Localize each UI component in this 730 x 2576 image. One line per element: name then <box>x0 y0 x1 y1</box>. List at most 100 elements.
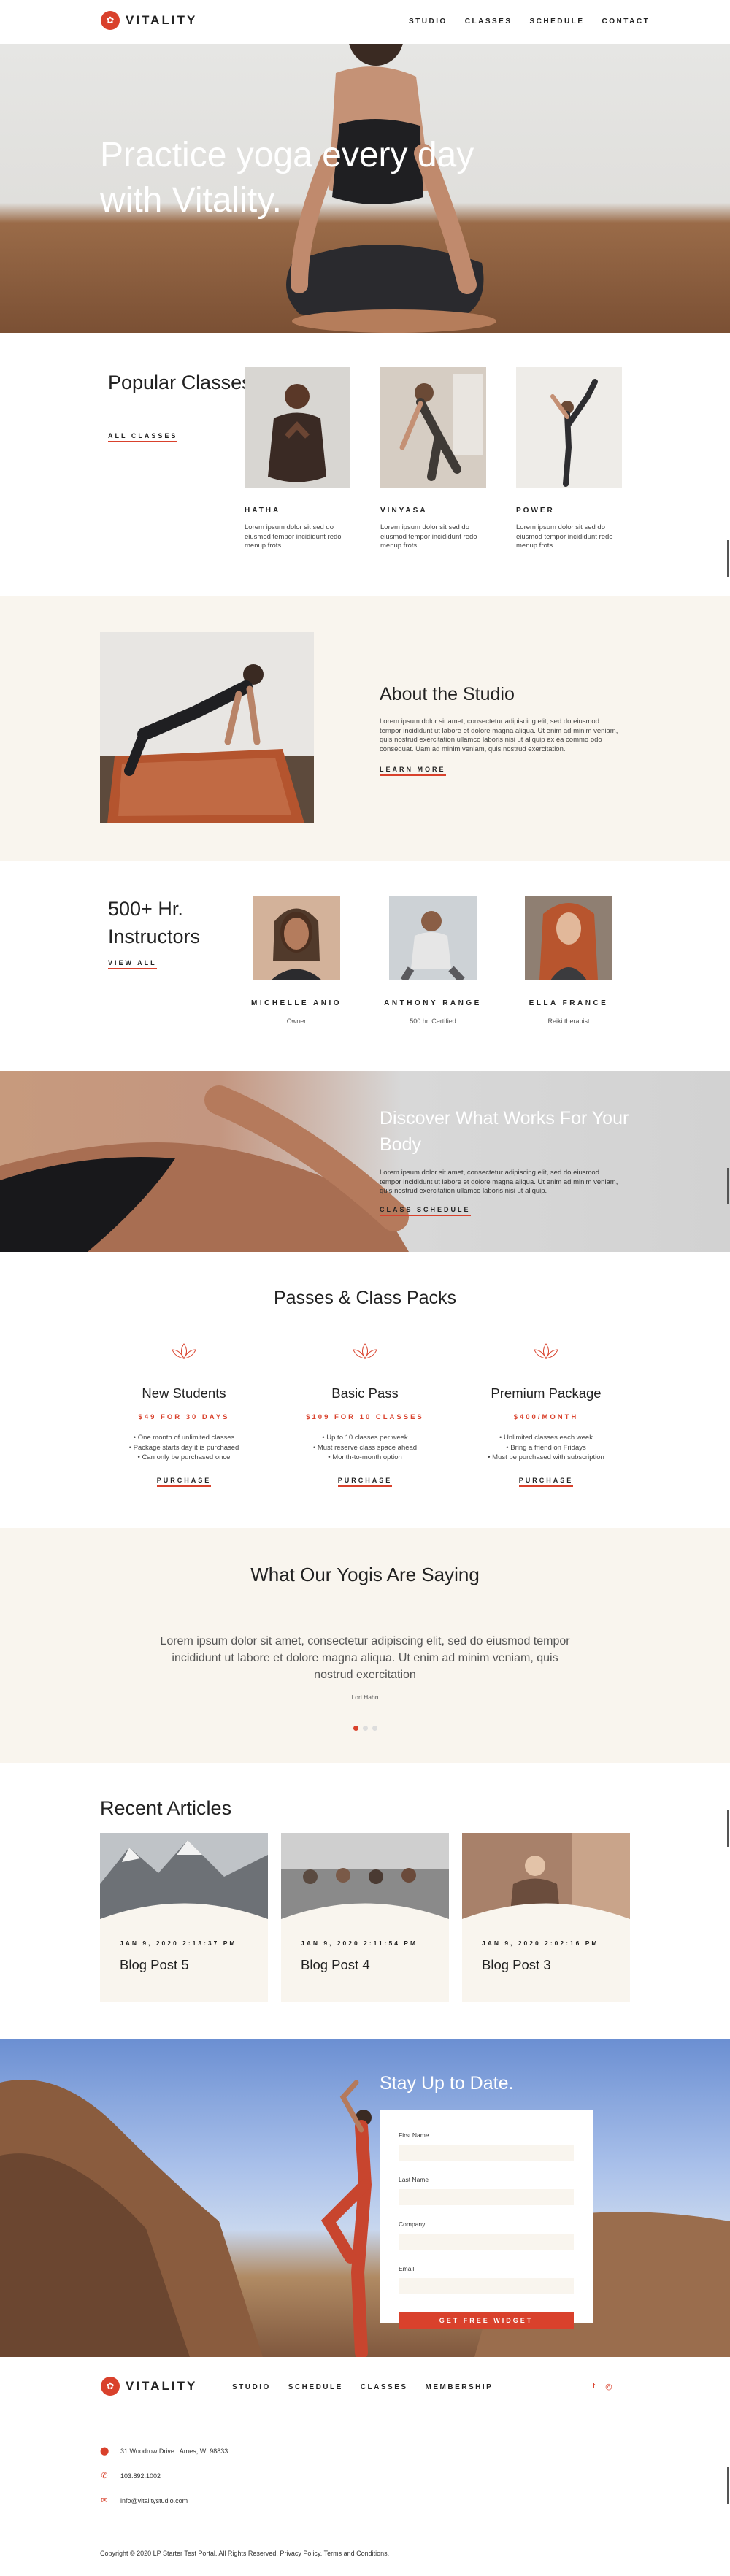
footer-nav-membership[interactable]: MEMBERSHIP <box>426 2383 493 2391</box>
carousel-dot[interactable] <box>372 1726 377 1731</box>
mail-icon: ✉ <box>101 2496 108 2505</box>
pass-feature: Must reserve class space ahead <box>274 1443 456 1453</box>
pass-feature: Up to 10 classes per week <box>274 1433 456 1443</box>
discover-text: Lorem ipsum dolor sit amet, consectetur … <box>380 1169 618 1195</box>
lotus-icon <box>353 1343 377 1359</box>
carousel-dot[interactable] <box>363 1726 368 1731</box>
about-studio-photo <box>100 632 314 823</box>
pass-card: New Students $49 FOR 30 DAYS One month o… <box>93 1341 275 1487</box>
carousel-dot[interactable] <box>353 1726 358 1731</box>
facebook-icon[interactable]: f <box>593 2382 595 2391</box>
instructor-role: Owner <box>286 1018 307 1025</box>
passes-title: Passes & Class Packs <box>273 1288 457 1308</box>
footer-brand-logo[interactable]: ✿ VITALITY <box>101 2377 197 2396</box>
nav-contact[interactable]: CONTACT <box>602 18 650 26</box>
pass-features: One month of unlimited classes Package s… <box>93 1433 275 1463</box>
lotus-icon <box>172 1343 196 1359</box>
about-text: Lorem ipsum dolor sit amet, consectetur … <box>380 718 618 753</box>
articles-title: Recent Articles <box>100 1797 232 1819</box>
nav-classes[interactable]: CLASSES <box>465 18 512 26</box>
pass-name: Premium Package <box>491 1385 602 1401</box>
instructor-card[interactable]: ELLA FRANCE Reiki therapist <box>514 896 623 1025</box>
instructor-name: ELLA FRANCE <box>529 999 609 1007</box>
purchase-button[interactable]: PURCHASE <box>156 1477 212 1487</box>
company-label: Company <box>399 2221 426 2228</box>
get-free-widget-button[interactable]: GET FREE WIDGET <box>399 2312 574 2329</box>
popular-classes-title: Popular Classes <box>108 372 252 393</box>
vinyasa-photo <box>380 367 486 488</box>
pass-name: New Students <box>142 1385 226 1401</box>
pass-price: $49 FOR 30 DAYS <box>138 1413 230 1421</box>
hatha-photo <box>245 367 350 488</box>
article-card[interactable]: JAN 9, 2020 2:02:16 PM Blog Post 3 <box>462 1833 630 2002</box>
instructor-name: ANTHONY RANGE <box>384 999 482 1007</box>
article-date: JAN 9, 2020 2:02:16 PM <box>482 1939 599 1947</box>
instructor-name: MICHELLE ANIO <box>250 999 342 1007</box>
purchase-button[interactable]: PURCHASE <box>337 1477 393 1487</box>
scroll-indicator[interactable] <box>727 540 729 577</box>
all-classes-link[interactable]: ALL CLASSES <box>108 432 178 442</box>
contact-email: ✉ info@vitalitystudio.com <box>100 2496 188 2505</box>
subscribe-title: Stay Up to Date. <box>380 2073 514 2094</box>
pass-card: Premium Package $400/MONTH Unlimited cla… <box>455 1341 637 1487</box>
desert-photo <box>0 2080 730 2357</box>
instructor-photo <box>525 896 612 980</box>
class-desc: Lorem ipsum dolor sit sed do eiusmod tem… <box>245 523 342 550</box>
article-card[interactable]: JAN 9, 2020 2:11:54 PM Blog Post 4 <box>281 1833 449 2002</box>
email-text[interactable]: info@vitalitystudio.com <box>120 2497 188 2504</box>
footer-nav-schedule[interactable]: SCHEDULE <box>288 2383 343 2391</box>
class-card-power[interactable]: POWER Lorem ipsum dolor sit sed do eiusm… <box>516 367 622 551</box>
view-all-link[interactable]: VIEW ALL <box>108 959 157 969</box>
brand-logo[interactable]: ✿ VITALITY <box>101 11 197 30</box>
class-card-vinyasa[interactable]: VINYASA Lorem ipsum dolor sit sed do eiu… <box>380 367 486 551</box>
nav-schedule[interactable]: SCHEDULE <box>530 18 585 26</box>
brand-name: VITALITY <box>126 13 198 27</box>
article-date: JAN 9, 2020 2:11:54 PM <box>301 1939 418 1947</box>
pass-name: Basic Pass <box>331 1385 399 1401</box>
scroll-indicator[interactable] <box>727 1810 729 1847</box>
main-nav: STUDIO CLASSES SCHEDULE CONTACT <box>409 18 650 26</box>
testimonial-quote: Lorem ipsum dolor sit amet, consectetur … <box>160 1635 570 1681</box>
site-header: ✿ VITALITY STUDIO CLASSES SCHEDULE CONTA… <box>0 0 730 44</box>
phone-icon: ✆ <box>101 2472 108 2480</box>
pass-feature: Can only be purchased once <box>93 1453 275 1463</box>
company-field[interactable] <box>399 2234 574 2250</box>
discover-title: Discover What Works For Your Body <box>380 1108 629 1155</box>
scroll-indicator[interactable] <box>727 1168 729 1204</box>
address-text: 31 Woodrow Drive | Ames, WI 98833 <box>120 2447 228 2455</box>
instructor-card[interactable]: ANTHONY RANGE 500 hr. Certified <box>378 896 488 1025</box>
pass-feature: One month of unlimited classes <box>93 1433 275 1443</box>
pass-price: $400/MONTH <box>513 1413 579 1421</box>
phone-text[interactable]: 103.892.1002 <box>120 2472 161 2480</box>
pass-feature: Bring a friend on Fridays <box>455 1443 637 1453</box>
article-card[interactable]: JAN 9, 2020 2:13:37 PM Blog Post 5 <box>100 1833 268 2002</box>
first-name-label: First Name <box>399 2131 429 2139</box>
learn-more-link[interactable]: LEARN MORE <box>380 766 446 776</box>
class-name: POWER <box>516 507 555 515</box>
hero-banner: Practice yoga every day with Vitality. <box>0 44 730 333</box>
email-field[interactable] <box>399 2278 574 2294</box>
article-title: Blog Post 4 <box>301 1957 370 1972</box>
testimonial-author: Lori Hahn <box>351 1693 379 1701</box>
about-title: About the Studio <box>380 684 515 704</box>
pass-features: Up to 10 classes per week Must reserve c… <box>274 1433 456 1463</box>
pass-feature: Must be purchased with subscription <box>455 1453 637 1463</box>
instructor-photo <box>253 896 340 980</box>
class-name: HATHA <box>245 507 281 515</box>
footer-nav-studio[interactable]: STUDIO <box>232 2383 271 2391</box>
instructor-role: Reiki therapist <box>548 1018 590 1025</box>
scroll-indicator[interactable] <box>727 2467 729 2504</box>
pass-feature: Package starts day it is purchased <box>93 1443 275 1453</box>
article-date: JAN 9, 2020 2:13:37 PM <box>120 1939 237 1947</box>
last-name-field[interactable] <box>399 2189 574 2205</box>
instructor-card[interactable]: MICHELLE ANIO Owner <box>242 896 351 1025</box>
article-title: Blog Post 3 <box>482 1957 551 1972</box>
instagram-icon[interactable]: ◎ <box>605 2382 612 2391</box>
purchase-button[interactable]: PURCHASE <box>518 1477 574 1487</box>
first-name-field[interactable] <box>399 2145 574 2161</box>
class-schedule-link[interactable]: CLASS SCHEDULE <box>380 1206 471 1216</box>
class-card-hatha[interactable]: HATHA Lorem ipsum dolor sit sed do eiusm… <box>245 367 350 551</box>
nav-studio[interactable]: STUDIO <box>409 18 447 26</box>
footer-nav-classes[interactable]: CLASSES <box>361 2383 408 2391</box>
instructor-role: 500 hr. Certified <box>410 1018 456 1025</box>
